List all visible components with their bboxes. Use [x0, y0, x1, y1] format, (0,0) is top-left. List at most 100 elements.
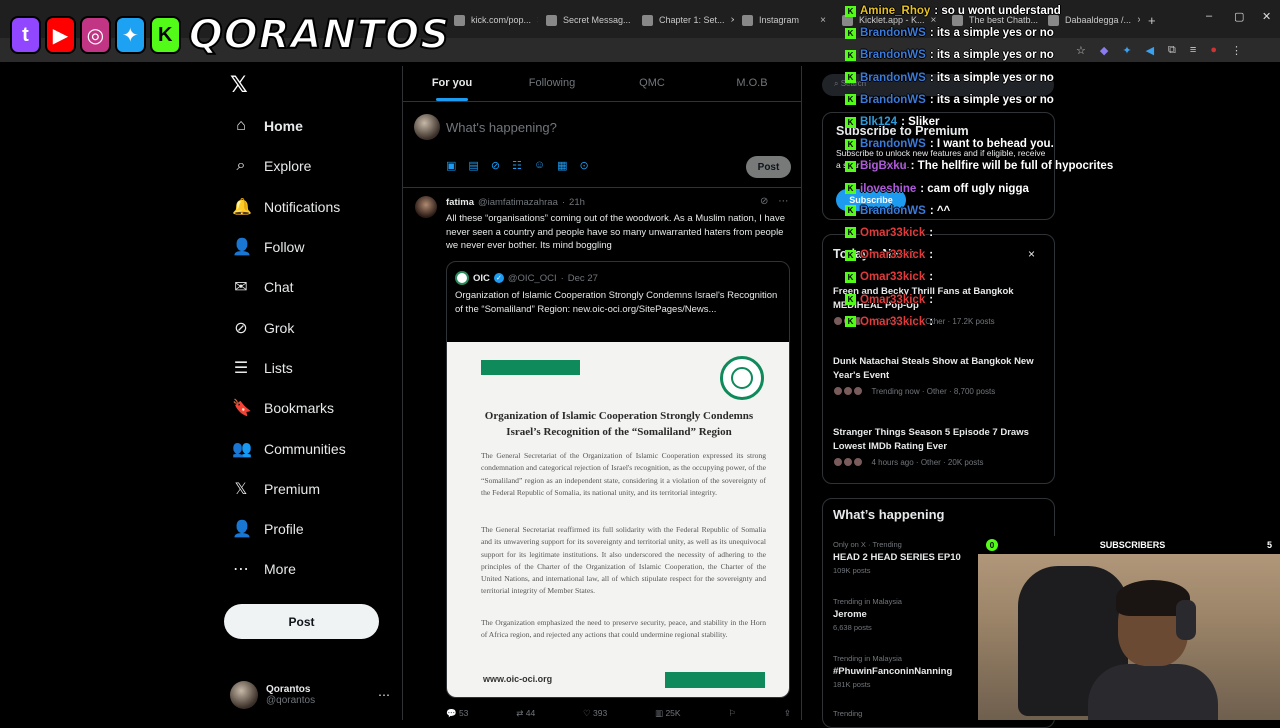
nav-item-lists[interactable]: ☰ Lists: [224, 348, 394, 388]
account-switcher[interactable]: Qorantos @qorantos ⋯: [230, 678, 390, 712]
nav-item-home[interactable]: ⌂ Home: [224, 106, 394, 146]
nav-item-premium[interactable]: 𝕏 Premium: [224, 469, 394, 509]
emoji-icon[interactable]: ☺: [534, 159, 545, 172]
chat-text: :: [929, 249, 934, 262]
tweet-author-name[interactable]: fatima: [446, 197, 474, 208]
bookmark-icon: 🔖: [232, 400, 252, 418]
chat-message: K Blk124: Sliker: [845, 111, 1145, 133]
chat-text: : Sliker: [901, 116, 940, 129]
location-icon[interactable]: ⊙: [580, 159, 589, 172]
more-dots-icon[interactable]: ⋯: [378, 688, 390, 702]
kick-badge-icon: K: [845, 294, 856, 306]
news-item[interactable]: Stranger Things Season 5 Episode 7 Draws…: [833, 426, 1043, 467]
chat-message: Kiloveshine: cam off ugly nigga: [845, 178, 1145, 200]
poll-icon[interactable]: ☷: [512, 159, 522, 172]
nav-item-profile[interactable]: 👤 Profile: [224, 509, 394, 549]
chat-message: K BrandonWS: its a simple yes or no: [845, 22, 1145, 44]
nav-item-bookmarks[interactable]: 🔖 Bookmarks: [224, 388, 394, 428]
views-button[interactable]: ▥ 25K: [655, 708, 681, 719]
trend-item[interactable]: Trending: [833, 709, 983, 718]
chat-username: BrandonWS: [860, 71, 926, 84]
reply-button[interactable]: 💬 53: [446, 708, 468, 719]
nav-item-chat[interactable]: ✉ Chat: [224, 267, 394, 307]
browser-tab[interactable]: kick.com/pop...×: [446, 6, 538, 34]
browser-tab[interactable]: Instagram ×: [734, 6, 834, 34]
quoted-tweet[interactable]: OIC ✓ @OIC_OCI · Dec 27 Organization of …: [446, 261, 790, 698]
globe-icon: [731, 367, 753, 389]
bookmark-icon: ⚐: [728, 708, 737, 718]
compose-input[interactable]: What's happening?: [446, 120, 557, 135]
chat-username: Omar33kick: [860, 293, 926, 306]
trend-item[interactable]: Only on X · Trending HEAD 2 HEAD SERIES …: [833, 540, 983, 575]
browser-tab[interactable]: Chapter 1: Set... ×: [634, 6, 734, 34]
tab-mob[interactable]: M.O.B: [702, 66, 802, 101]
chat-username: Omar33kick: [860, 271, 926, 284]
news-item[interactable]: Dunk Natachai Steals Show at Bangkok New…: [833, 355, 1043, 396]
extension-icon[interactable]: ◀: [1146, 44, 1154, 57]
gif-icon[interactable]: ▤: [468, 159, 478, 172]
avatar: [853, 457, 863, 467]
kick-badge-icon: K: [845, 94, 856, 106]
nav-item-follow[interactable]: 👤 Follow: [224, 227, 394, 267]
chat-message: K Amine_Rhoy: so u wont understand: [845, 0, 1145, 22]
close-window-icon[interactable]: ✕: [1262, 10, 1271, 23]
kick-badge-icon: K: [845, 271, 856, 283]
twitch-icon: t: [10, 16, 41, 54]
tweet-header: fatima @iamfatimazahraa · 21h: [446, 197, 585, 208]
minimize-icon[interactable]: –: [1206, 10, 1212, 22]
tab-qmc[interactable]: QMC: [602, 66, 702, 101]
favicon-icon: [454, 14, 465, 26]
nav-item-notifications[interactable]: 🔔 Notifications: [224, 187, 394, 227]
green-bar: [665, 672, 765, 688]
tab-following[interactable]: Following: [502, 66, 602, 101]
quote-author-name: OIC: [473, 272, 490, 284]
account-handle: @qorantos: [266, 695, 316, 706]
tweet-author-handle[interactable]: @iamfatimazahraa: [478, 197, 558, 208]
menu-dots-icon[interactable]: ⋮: [1231, 44, 1242, 57]
chat-message: K Omar33kick:: [845, 311, 1145, 333]
headphones-icon: [1176, 600, 1196, 640]
repost-button[interactable]: ⇄ 44: [516, 708, 535, 719]
browser-tab[interactable]: Secret Messag...×: [538, 6, 634, 34]
trend-item[interactable]: Trending in Malaysia #PhuwinFanconinNann…: [833, 654, 983, 689]
chat-username: Omar33kick: [860, 315, 926, 328]
grok-icon[interactable]: ⊘: [491, 159, 500, 172]
x-logo-icon[interactable]: 𝕏: [230, 72, 248, 98]
bookmark-button[interactable]: ⚐: [728, 708, 736, 719]
trend-item[interactable]: Trending in Malaysia Jerome 6,638 posts: [833, 597, 983, 632]
document-paragraph: The Organization emphasized the need to …: [481, 618, 766, 640]
nav-item-more[interactable]: ⋯ More: [224, 549, 394, 589]
post-button[interactable]: Post: [224, 604, 379, 639]
image-icon[interactable]: ▣: [446, 159, 456, 172]
nav-item-grok[interactable]: ⊘ Grok: [224, 307, 394, 347]
nav-item-explore[interactable]: ⌕ Explore: [224, 146, 394, 186]
quote-header: OIC ✓ @OIC_OCI · Dec 27: [455, 271, 598, 285]
divider: [403, 187, 801, 188]
tab-for-you[interactable]: For you: [402, 66, 502, 101]
tweet-time[interactable]: 21h: [569, 197, 585, 208]
quote-image[interactable]: Organization of Islamic Cooperation Stro…: [447, 342, 789, 697]
document-title: Organization of Islamic Cooperation Stro…: [484, 410, 754, 438]
share-button[interactable]: ⇪: [784, 708, 791, 719]
search-icon: ⌕: [834, 79, 841, 88]
document-paragraph: The General Secretariat of the Organizat…: [481, 451, 766, 497]
profile-avatar-icon[interactable]: ●: [1210, 44, 1217, 57]
twitter-icon: ✦: [114, 16, 146, 54]
more-dots-icon[interactable]: ⋯: [778, 196, 788, 207]
schedule-icon[interactable]: ▦: [557, 159, 567, 172]
maximize-icon[interactable]: ▢: [1234, 10, 1244, 23]
close-tab-icon[interactable]: ×: [820, 15, 826, 26]
like-button[interactable]: ♡ 393: [583, 708, 607, 719]
compose-post-button[interactable]: Post: [746, 156, 791, 178]
puzzle-icon[interactable]: ⧉: [1168, 44, 1176, 57]
chat-username: BrandonWS: [860, 204, 926, 217]
chat-message: K BigBxku: The hellfire will be full of h…: [845, 155, 1145, 177]
media-icon[interactable]: ≡: [1190, 44, 1196, 57]
kick-icon: K: [149, 16, 181, 54]
grok-icon[interactable]: ⊘: [760, 196, 768, 207]
tweet-author-avatar[interactable]: [415, 196, 437, 218]
kick-badge-icon: K: [845, 27, 856, 39]
nav-item-communities[interactable]: 👥 Communities: [224, 428, 394, 468]
chat-text: : The hellfire will be full of hypocrite…: [910, 160, 1114, 173]
chat-username: BrandonWS: [860, 93, 926, 106]
